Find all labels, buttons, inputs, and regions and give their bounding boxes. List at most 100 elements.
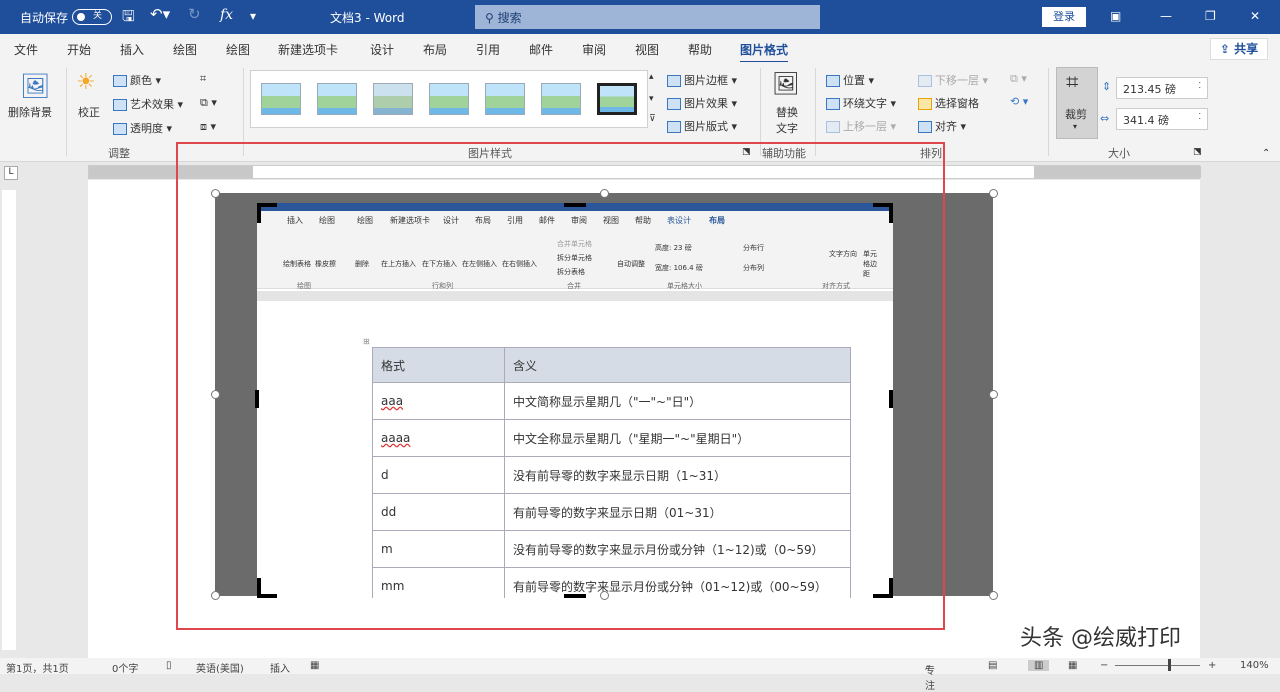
picture-style[interactable] [541,83,581,115]
zoom-level[interactable]: 140% [1240,660,1269,671]
restore-icon[interactable]: ❐ [1205,9,1216,23]
vertical-ruler[interactable] [2,190,16,650]
resize-handle[interactable] [989,390,998,399]
macro-icon[interactable]: ▦ [310,660,319,671]
selection-pane-button[interactable]: 选择窗格 [918,95,979,111]
height-icon: ⇕ [1102,80,1111,93]
transparency-button[interactable]: 透明度 ▾ [113,120,172,136]
group-size-label: 大小 [1108,145,1130,161]
tab-new[interactable]: 新建选项卡 [278,41,338,58]
language[interactable]: 英语(美国) [196,660,244,675]
reset-picture-icon[interactable]: ⧈ ▾ [200,120,216,134]
tab-help[interactable]: 帮助 [688,41,712,58]
align-button[interactable]: 对齐 ▾ [918,118,966,134]
picture-style[interactable] [373,83,413,115]
picture-effects-button[interactable]: 图片效果 ▾ [667,95,737,111]
tab-file[interactable]: 文件 [14,41,38,58]
print-layout-icon[interactable]: ▥ [1028,660,1049,671]
zoom-out-icon[interactable]: − [1100,660,1108,671]
send-backward-label: 下移一层 [935,74,979,87]
formula-icon[interactable]: fx [220,7,233,23]
crop-dropdown-icon: ▾ [1073,122,1077,131]
shape-height-input[interactable]: 213.45 磅⁚ [1116,77,1208,99]
proofing-icon[interactable]: ▯ [166,660,172,671]
remove-background-button[interactable]: 删除背景 [8,104,52,120]
picture-effects-label: 图片效果 [684,97,728,110]
send-backward-icon [918,75,932,87]
autosave-toggle[interactable]: 关 [72,9,112,25]
tab-home[interactable]: 开始 [67,41,91,58]
collapse-ribbon-icon[interactable]: ⌃ [1262,148,1270,159]
crop-button[interactable]: ⌗ 裁剪 ▾ [1056,67,1098,139]
share-label: 共享 [1234,42,1258,56]
zoom-slider[interactable] [1115,665,1200,666]
tab-review[interactable]: 审阅 [582,41,606,58]
customize-toolbar-icon[interactable]: ▾ [250,9,256,23]
send-backward-button[interactable]: 下移一层 ▾ [918,72,988,88]
tab-selector[interactable]: L [4,166,18,180]
gallery-more[interactable]: ⊽ [649,114,656,124]
transparency-label: 透明度 [130,122,163,135]
minimize-icon[interactable]: — [1160,9,1172,23]
share-button[interactable]: ⇪ 共享 [1210,38,1268,60]
gallery-up[interactable]: ▴ [649,72,654,82]
size-dialog-launcher-icon[interactable]: ⬔ [1193,147,1202,157]
picture-effects-icon [667,98,681,110]
corrections-button[interactable]: 校正 [78,104,100,120]
height-value: 213.45 磅 [1123,83,1176,96]
web-layout-icon[interactable]: ▦ [1068,660,1077,671]
zoom-slider-thumb[interactable] [1168,659,1171,671]
bring-forward-button[interactable]: 上移一层 ▾ [826,118,896,134]
word-count[interactable]: 0个字 [112,660,138,675]
search-box[interactable]: ⚲ 搜索 [475,5,820,29]
tab-view[interactable]: 视图 [635,41,659,58]
group-objects-icon[interactable]: ⧉ ▾ [1010,72,1027,86]
tab-references[interactable]: 引用 [476,41,500,58]
ribbon-display-icon[interactable]: ▣ [1110,9,1121,23]
color-icon [113,75,127,87]
color-button[interactable]: 颜色 ▾ [113,72,161,88]
selection-pane-label: 选择窗格 [935,97,979,110]
compress-pictures-icon[interactable]: ⌗ [200,72,206,86]
corrections-icon: ☀ [76,70,96,95]
picture-style[interactable] [485,83,525,115]
tab-insert[interactable]: 插入 [120,41,144,58]
resize-handle[interactable] [989,189,998,198]
color-label: 颜色 [130,74,152,87]
tab-layout[interactable]: 布局 [423,41,447,58]
change-picture-icon[interactable]: ⧉ ▾ [200,96,217,110]
tab-design[interactable]: 设计 [370,41,394,58]
picture-border-icon [667,75,681,87]
picture-style[interactable] [597,83,637,115]
autosave-label: 自动保存 [20,9,68,26]
redo-icon[interactable]: ↻ [188,5,201,23]
position-button[interactable]: 位置 ▾ [826,72,874,88]
artistic-effects-button[interactable]: 艺术效果 ▾ [113,96,183,112]
tab-picture-format[interactable]: 图片格式 [740,41,788,64]
picture-styles-gallery[interactable] [250,70,648,128]
tab-draw[interactable]: 绘图 [173,41,197,58]
insert-mode[interactable]: 插入 [270,660,290,675]
tab-mailings[interactable]: 邮件 [529,41,553,58]
close-icon[interactable]: ✕ [1250,9,1260,23]
tab-draw-2[interactable]: 绘图 [226,41,250,58]
crop-icon: ⌗ [1066,70,1078,95]
shape-width-input[interactable]: 341.4 磅⁚ [1116,108,1208,130]
picture-style[interactable] [261,83,301,115]
gallery-down[interactable]: ▾ [649,94,654,104]
read-mode-icon[interactable]: ▤ [988,660,997,671]
picture-style[interactable] [317,83,357,115]
zoom-in-icon[interactable]: + [1208,660,1216,671]
rotate-icon[interactable]: ⟲ ▾ [1010,95,1028,108]
wrap-text-button[interactable]: 环绕文字 ▾ [826,95,896,111]
resize-handle[interactable] [989,591,998,600]
alt-text-button[interactable]: 替换文字 [775,104,799,136]
undo-icon[interactable]: ↶▾ [150,5,170,23]
login-button[interactable]: 登录 [1042,7,1086,27]
picture-layout-button[interactable]: 图片版式 ▾ [667,118,737,134]
picture-style[interactable] [429,83,469,115]
picture-border-label: 图片边框 [684,74,728,87]
page-count[interactable]: 第1页，共1页 [6,660,69,675]
save-icon[interactable]: 🖫 [122,6,135,31]
picture-border-button[interactable]: 图片边框 ▾ [667,72,737,88]
